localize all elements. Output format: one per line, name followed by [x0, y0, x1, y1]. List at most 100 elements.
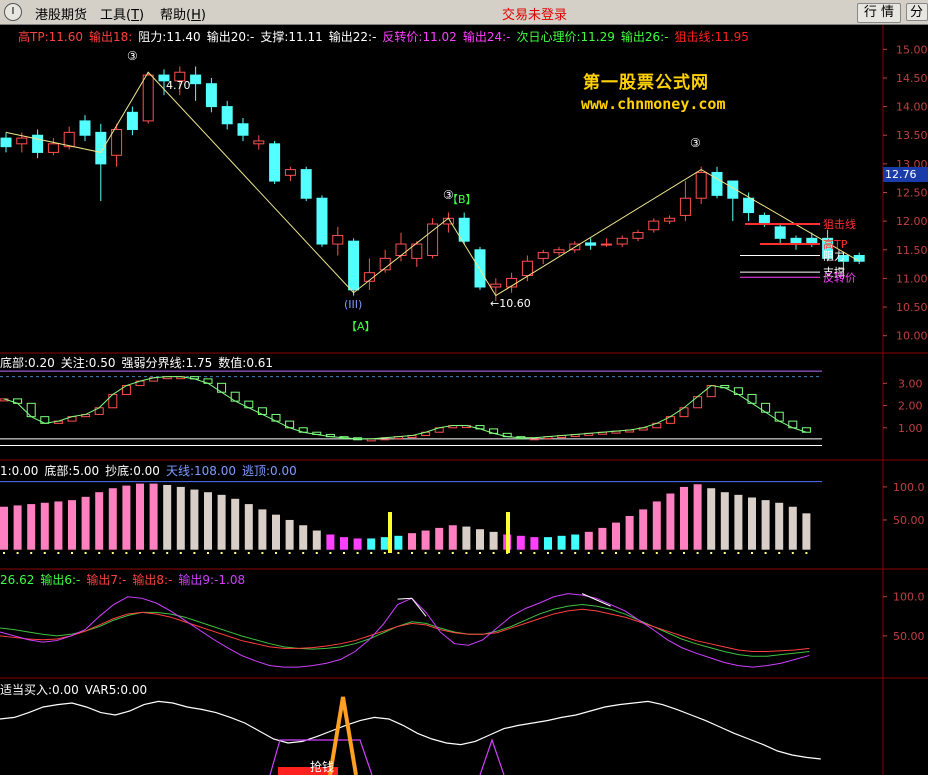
- panel2-bar-8: [108, 393, 118, 409]
- panel3-dot-34: [465, 552, 468, 554]
- panel3-dot-54: [737, 552, 740, 554]
- panel3-bar-20: [272, 514, 280, 550]
- panel3-dot-38: [519, 552, 522, 554]
- panel3-bar-45: [612, 522, 620, 550]
- candle-body-3: [47, 143, 59, 153]
- menu-item-futures[interactable]: 港股期货: [35, 4, 87, 23]
- panel3-bar-26: [353, 538, 362, 550]
- panel2-ytick-label-0: 3.00: [898, 377, 923, 390]
- panel4-indicator-4: 输出9:-1.08: [178, 573, 246, 587]
- panel2-indicator-bar: 底部:0.20 关注:0.50 强弱分界线:1.75 数值:0.61: [0, 354, 279, 371]
- candle-body-30: [474, 249, 486, 288]
- level-label-4: 反转价: [823, 270, 856, 284]
- panel3-bar-24: [326, 534, 335, 550]
- candle-body-13: [205, 83, 217, 108]
- candle-body-54: [853, 255, 865, 262]
- candle-body-1: [16, 137, 28, 145]
- main-ytick-label-0: 15.00: [896, 43, 928, 56]
- candle-body-22: [348, 240, 360, 291]
- panel3-dot-28: [383, 552, 386, 554]
- panel3-bar-2: [27, 504, 36, 550]
- panel3-dot-10: [139, 552, 141, 554]
- panel3-dot-7: [98, 552, 101, 554]
- panel3-bar-51: [693, 484, 702, 550]
- panel3-dot-1: [16, 552, 19, 554]
- panel3-bar-34: [462, 526, 471, 550]
- menu-item-help-key: H: [191, 8, 201, 23]
- candle-body-33: [521, 260, 533, 277]
- candle-body-44: [695, 171, 707, 199]
- panel3-bar-33: [448, 525, 457, 550]
- panel3-dot-17: [234, 552, 237, 554]
- candle-body-27: [427, 223, 439, 256]
- candle-body-0: [0, 137, 12, 148]
- panel3-bar-21: [285, 519, 294, 550]
- panel3-bar-30: [408, 533, 416, 550]
- candle-body-42: [664, 217, 676, 222]
- menu-item-help[interactable]: 帮助(H): [160, 4, 206, 23]
- panel3-dot-12: [166, 552, 169, 554]
- menu-item-tools-label: 工具: [100, 8, 127, 23]
- panel2-ytick-label-1: 2.00: [898, 400, 923, 413]
- level-label-0: 狙击线: [823, 217, 856, 231]
- main-ytick-label-3: 13.50: [896, 129, 928, 142]
- panel3-bar-0: [0, 506, 8, 550]
- panel3-bar-40: [544, 537, 552, 550]
- panel3-bar-36: [489, 531, 498, 550]
- panel3-bar-14: [190, 489, 199, 550]
- candle-body-48: [758, 214, 770, 225]
- panel3-dot-59: [805, 552, 808, 554]
- main-ytick-label-6: 12.00: [896, 215, 928, 228]
- panel3-signal-bar-1: [388, 512, 392, 553]
- level-label-2: 阻力: [823, 250, 845, 263]
- panel3-dot-18: [247, 552, 250, 554]
- candle-body-35: [553, 249, 565, 254]
- main-indicator-3: 输出20:-: [206, 30, 255, 44]
- panel4-indicator-bar: 26.62 输出6:- 输出7:- 输出8:- 输出9:-1.08: [0, 571, 251, 588]
- candle-body-17: [269, 143, 281, 182]
- candle-body-49: [774, 226, 786, 239]
- system-menu-icon[interactable]: I: [4, 3, 22, 21]
- menu-bar: I 港股期货 工具(T) 帮助(H) 交易未登录 行 情 分 析: [0, 0, 928, 25]
- kline-chart-svg[interactable]: 15.0014.5014.0013.5013.0012.5012.0011.50…: [0, 25, 928, 775]
- analysis-button[interactable]: 分 析: [906, 3, 928, 21]
- panel3-bar-18: [244, 504, 253, 550]
- panel3-indicator-4: 逃顶:0.00: [241, 464, 297, 478]
- panel3-dot-23: [315, 552, 318, 554]
- panel3-bar-55: [748, 497, 756, 550]
- panel3-dot-43: [587, 552, 590, 554]
- main-indicator-2: 阻力:11.40: [138, 30, 201, 44]
- panel3-dot-47: [642, 552, 645, 554]
- panel3-dot-19: [261, 552, 264, 554]
- main-ytick-label-7: 11.50: [896, 244, 928, 257]
- panel2-indicator-1: 关注:0.50: [60, 356, 116, 370]
- panel4-line-white-2: [581, 593, 611, 607]
- panel3-dot-55: [751, 552, 753, 554]
- panel4-ytick-label-0: 100.0: [893, 591, 925, 604]
- panel3-bar-43: [584, 531, 593, 550]
- panel3-ytick-label-0: 100.0: [893, 481, 925, 494]
- panel2-ytick-label-2: 1.00: [898, 422, 923, 435]
- panel3-bar-23: [312, 530, 321, 550]
- panel3-bar-11: [149, 483, 158, 550]
- panel3-dot-11: [152, 552, 155, 554]
- main-ytick-label-2: 14.00: [896, 101, 928, 114]
- panel3-dot-57: [778, 552, 781, 554]
- candle-body-34: [537, 252, 549, 259]
- main-indicator-bar: 高TP:11.60 输出18: 阻力:11.40 输出20:- 支撑:11.11 输出22…: [18, 28, 755, 45]
- panel4-indicator-0: 26.62: [0, 573, 35, 587]
- panel3-dot-40: [547, 552, 549, 554]
- panel3-dot-41: [560, 552, 563, 554]
- panel3-indicator-0: 1:0.00: [0, 464, 39, 478]
- wave-three-label-3: ③: [443, 188, 454, 202]
- menu-item-tools[interactable]: 工具(T): [100, 4, 144, 23]
- panel3-dot-15: [207, 552, 209, 554]
- panel3-bar-41: [557, 535, 566, 550]
- chart-area[interactable]: 15.00 14.50 14.00 13.50 13.00 12.50 12.00 11.50…: [0, 25, 928, 775]
- quote-button[interactable]: 行 情: [857, 3, 901, 23]
- main-ytick-label-10: 10.00: [896, 330, 928, 343]
- panel3-bar-53: [720, 492, 729, 550]
- panel5-line-white: [0, 700, 821, 760]
- panel3-bar-59: [802, 513, 811, 550]
- panel3-dot-39: [533, 552, 536, 554]
